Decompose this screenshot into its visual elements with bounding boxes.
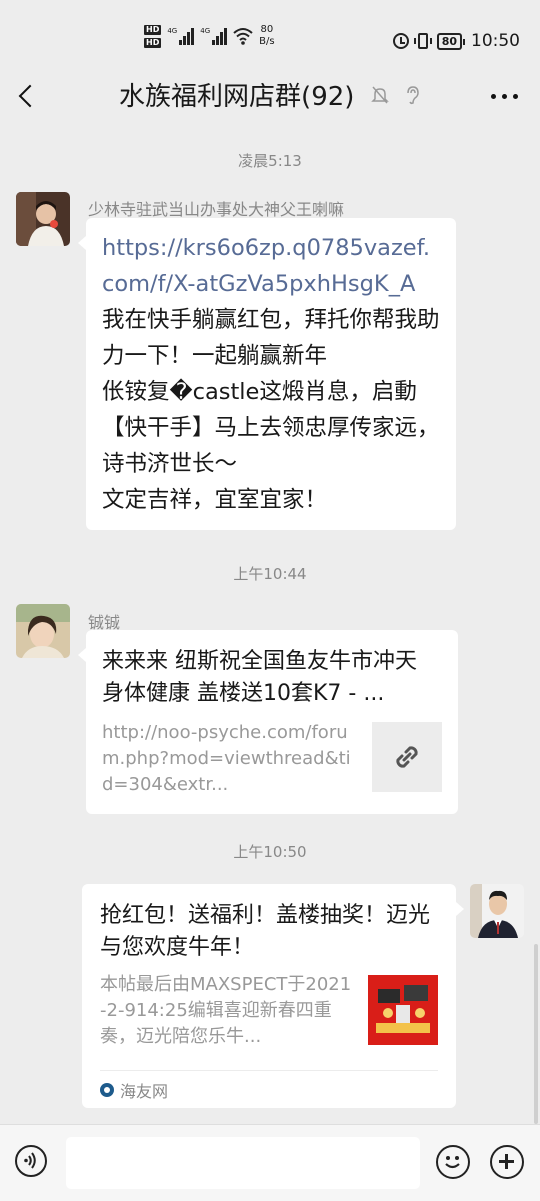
link-icon — [396, 746, 418, 768]
voice-icon — [24, 1152, 36, 1169]
alarm-icon — [392, 33, 409, 49]
hd-badge-1: HD — [144, 24, 162, 35]
network-speed: 80 B/s — [259, 24, 274, 48]
link-card[interactable]: 抢红包！送福利！盖楼抽奖！迈光与您欢度牛年！ 本帖最后由MAXSPECT于202… — [82, 884, 464, 1108]
input-bar — [0, 1124, 540, 1201]
avatar[interactable] — [16, 192, 70, 246]
scrollbar[interactable] — [534, 944, 538, 1124]
link-thumbnail — [372, 722, 442, 792]
network-indicators: HD HD 4G 4G 80 B/s — [144, 24, 275, 48]
card-description: 本帖最后由MAXSPECT于2021-2-914:25编辑喜迎新春四重奏，迈光陪… — [100, 974, 352, 1047]
card-source: 海友网 — [100, 1078, 168, 1102]
more-options-button[interactable] — [491, 94, 518, 99]
battery-icon: 80 — [436, 32, 466, 50]
hd-badge-2: HD — [144, 37, 162, 48]
more-functions-button[interactable] — [490, 1145, 524, 1179]
card-source-label: 海友网 — [120, 1082, 169, 1101]
card-thumbnail — [368, 975, 438, 1045]
card-description: http://noo-psyche.com/forum.php?mod=view… — [102, 722, 351, 795]
timestamp: 凌晨5:13 — [238, 152, 302, 170]
card-divider — [100, 1070, 438, 1071]
vibrate-icon — [413, 33, 432, 49]
sim1-label: 4G — [167, 27, 178, 35]
sim2-label: 4G — [200, 27, 211, 35]
sender-name: 少林寺驻武当山办事处大神父王喇嘛 — [88, 200, 345, 219]
card-title: 抢红包！送福利！盖楼抽奖！迈光与您欢度牛年！ — [100, 903, 431, 960]
emoji-icon — [445, 1156, 460, 1169]
signal-icon-2: 4G — [200, 27, 228, 45]
avatar[interactable] — [470, 884, 524, 938]
status-time: 10:50 — [471, 31, 520, 51]
voice-input-button[interactable] — [15, 1145, 47, 1177]
card-title: 来来来 纽斯祝全国鱼友牛市冲天 身体健康 盖楼送10套K7 - ... — [102, 649, 417, 706]
link-card[interactable]: 来来来 纽斯祝全国鱼友牛市冲天 身体健康 盖楼送10套K7 - ... http… — [78, 630, 458, 814]
message-input[interactable] — [66, 1137, 420, 1189]
network-speed-value: 80 — [260, 24, 274, 35]
earpiece-icon — [407, 85, 419, 104]
message-link[interactable]: https://krs6o6zp.q0785vazef.com/f/X-atGz… — [102, 230, 440, 302]
timestamp: 上午10:50 — [233, 843, 307, 861]
mute-bell-icon — [370, 86, 389, 103]
signal-icon-1: 4G — [167, 27, 195, 45]
network-speed-unit: B/s — [259, 36, 275, 47]
chat-header: 水族福利网店群(92) — [0, 64, 540, 126]
message-bubble[interactable]: https://krs6o6zp.q0785vazef.com/f/X-atGz… — [78, 218, 456, 530]
wifi-icon — [233, 28, 253, 45]
source-logo-icon — [100, 1083, 114, 1097]
emoji-button[interactable] — [436, 1145, 470, 1179]
chat-title: 水族福利网店群(92) — [119, 82, 355, 112]
timestamp: 上午10:44 — [233, 565, 307, 583]
message-text: 我在快手躺赢红包，拜托你帮我助力一下！一起躺赢新年 伥铵复�castle这煅肖息… — [102, 307, 440, 513]
avatar[interactable] — [16, 604, 70, 658]
